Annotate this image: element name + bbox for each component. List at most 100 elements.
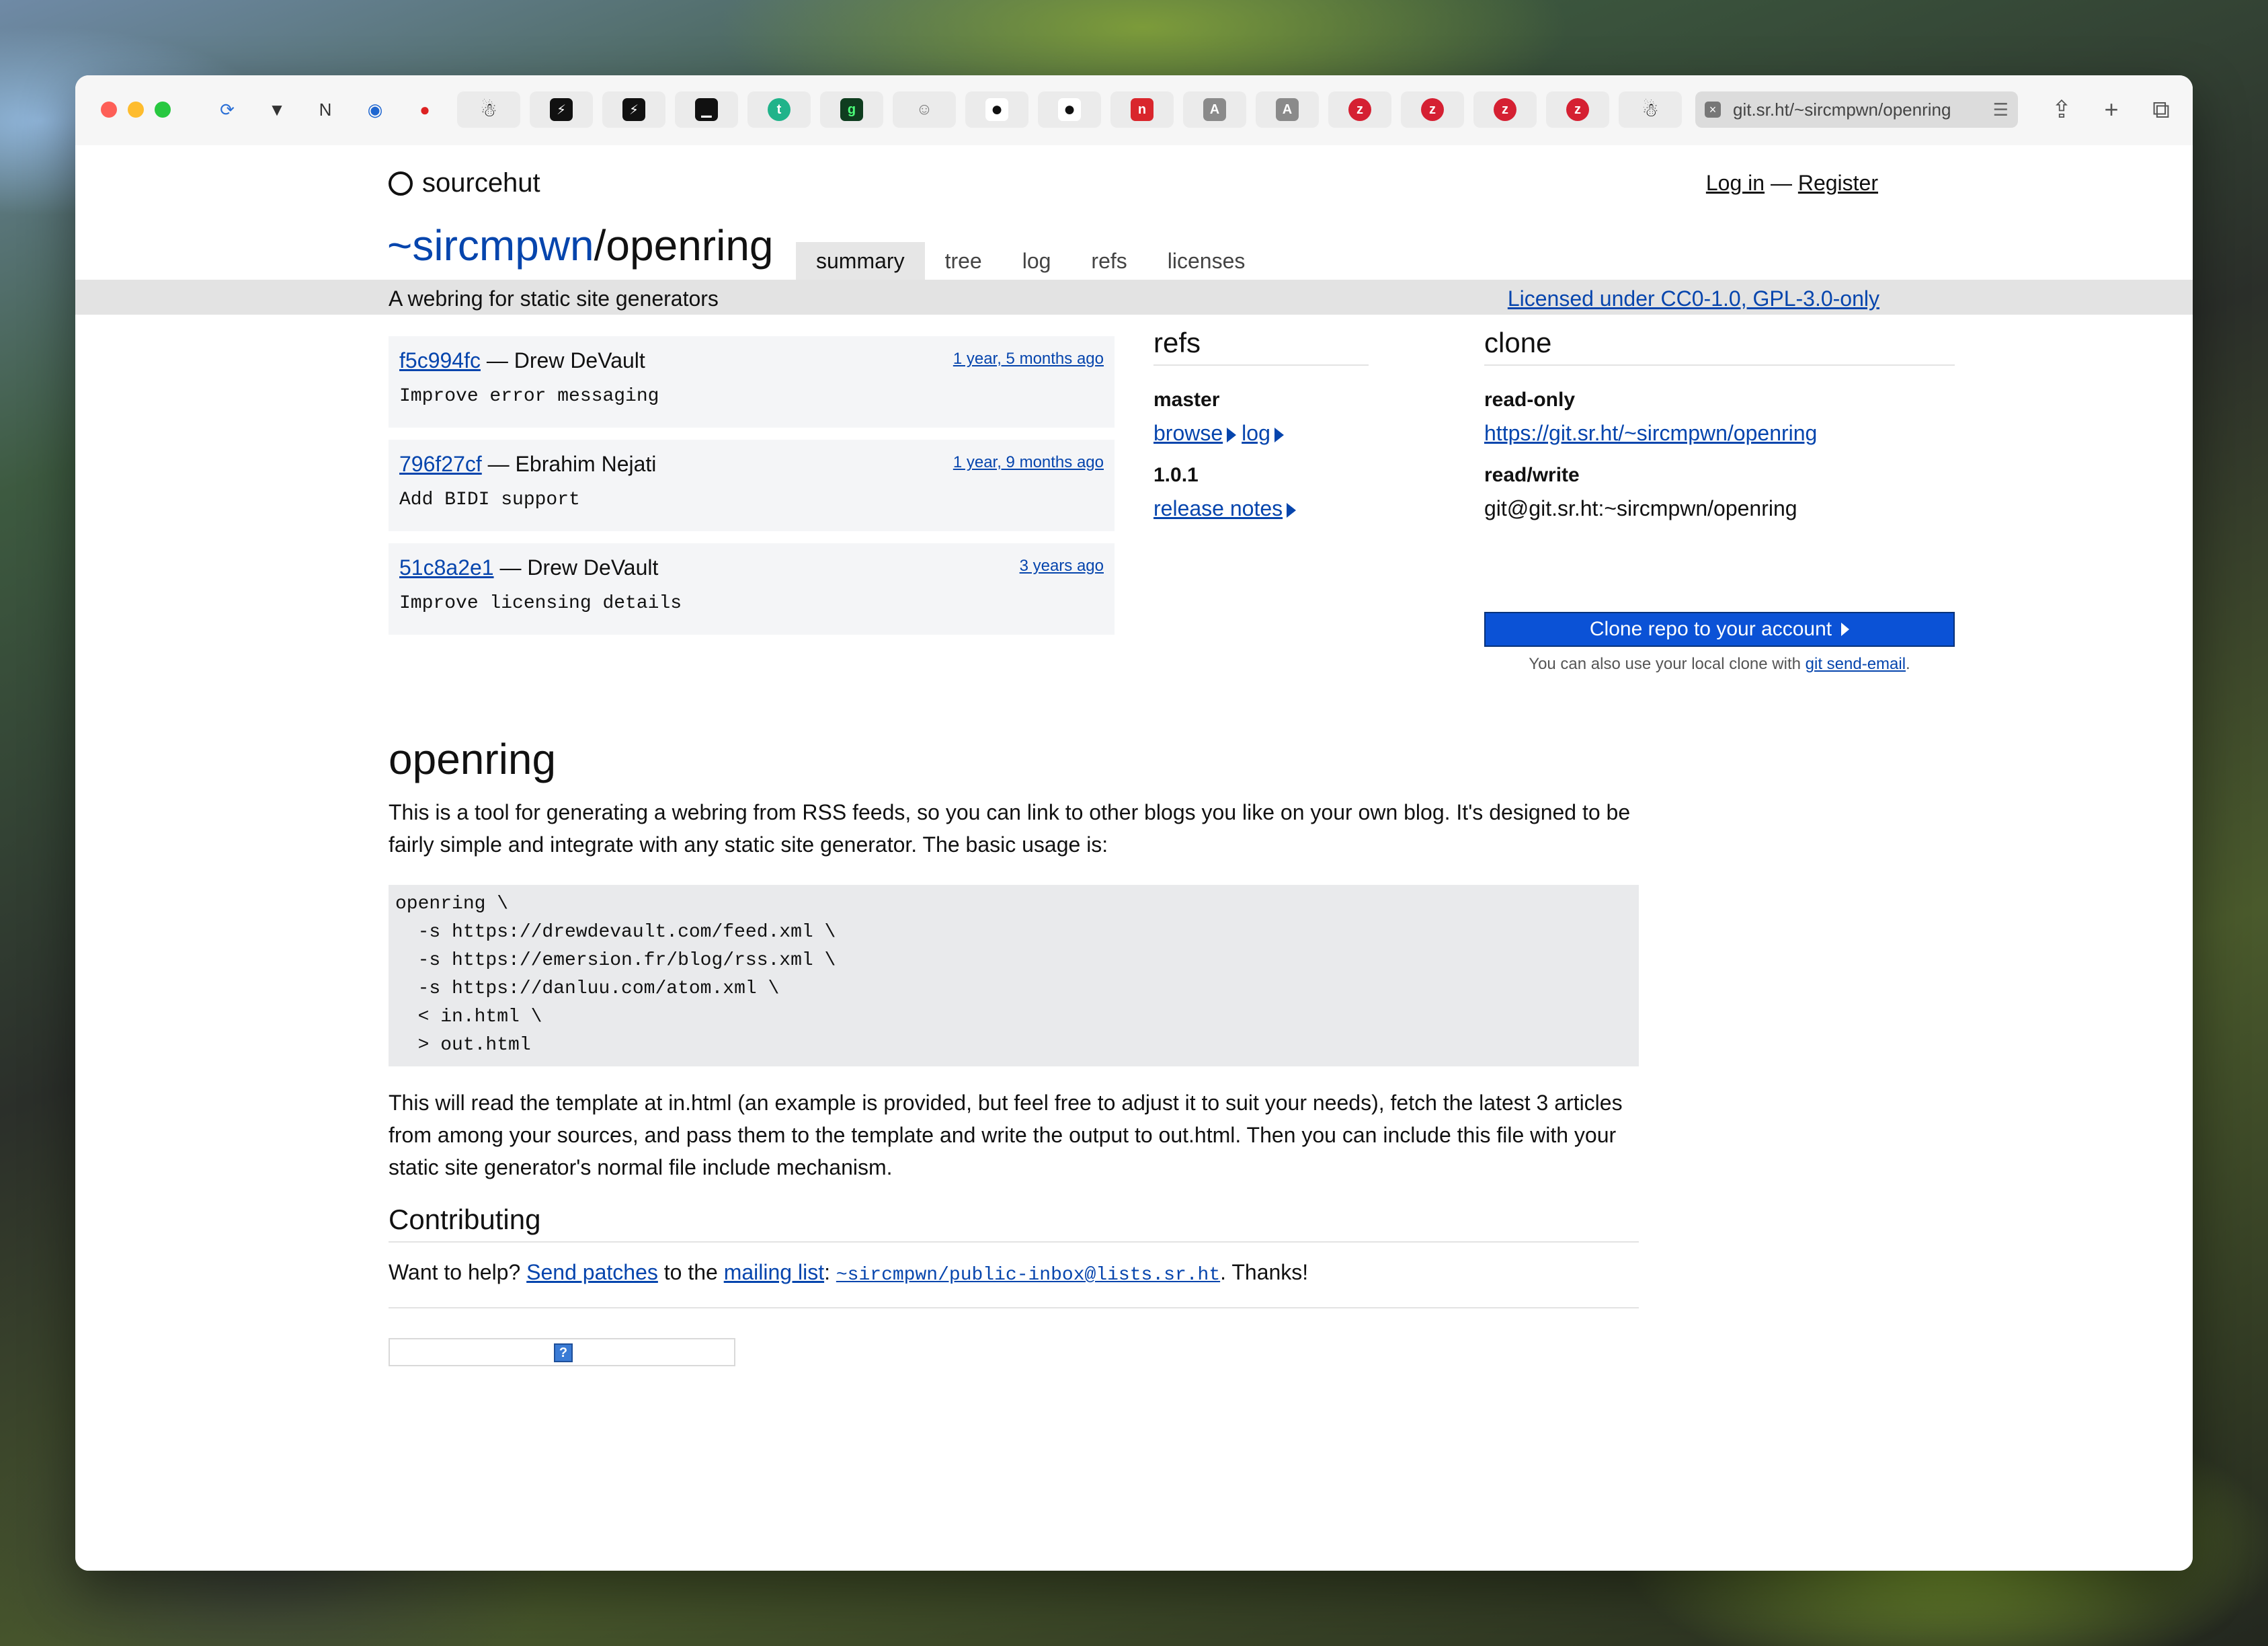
record-icon[interactable]: ●: [410, 95, 440, 124]
pocket-icon[interactable]: ▼: [262, 95, 292, 124]
contrib-colon: :: [824, 1260, 836, 1284]
red-square-icon: n: [1131, 98, 1153, 121]
list-address-link[interactable]: ~sircmpwn/public-inbox@lists.sr.ht: [836, 1265, 1220, 1286]
active-tab[interactable]: × git.sr.ht/~sircmpwn/openring ☰: [1695, 91, 2018, 128]
commit-time-link[interactable]: 1 year, 5 months ago: [953, 350, 1104, 368]
divider: [389, 1307, 1639, 1308]
tab-red-square[interactable]: n: [1110, 91, 1174, 128]
commit-header: 51c8a2e1 — Drew DeVault: [399, 555, 658, 580]
browse-link[interactable]: browse: [1153, 421, 1223, 445]
readme-description: This will read the template at in.html (…: [389, 1091, 1623, 1179]
notion-icon[interactable]: N: [311, 95, 340, 124]
send-patches-link[interactable]: Send patches: [526, 1260, 658, 1284]
mailing-list-link[interactable]: mailing list: [724, 1260, 824, 1284]
red-circle-icon: z: [1348, 98, 1371, 121]
active-tab-url: git.sr.ht/~sircmpwn/openring: [1733, 99, 1951, 120]
readwrite-label: read/write: [1484, 464, 1580, 486]
zoom-window-button[interactable]: [155, 102, 171, 118]
repo-tabs: summary tree log refs licenses: [796, 242, 1265, 282]
tab-bolt-2[interactable]: ⚡: [602, 91, 665, 128]
readonly-url-link[interactable]: https://git.sr.ht/~sircmpwn/openring: [1484, 421, 1817, 446]
new-tab-icon[interactable]: +: [2095, 93, 2128, 126]
contrib-prefix: Want to help?: [389, 1260, 527, 1284]
log-link[interactable]: log: [1242, 421, 1270, 445]
tab-red-circle-1[interactable]: z: [1328, 91, 1391, 128]
tab-overview-icon[interactable]: ⧉: [2144, 93, 2178, 126]
tab-letter-t[interactable]: t: [747, 91, 811, 128]
repo-owner-link[interactable]: ~sircmpwn: [387, 221, 594, 270]
release-notes-link[interactable]: release notes: [1153, 496, 1283, 520]
tab-red-circle-4[interactable]: z: [1546, 91, 1609, 128]
refresh-extension-icon[interactable]: ⟳: [212, 95, 242, 124]
tab-tree[interactable]: tree: [925, 242, 1002, 282]
close-tab-icon[interactable]: ×: [1705, 102, 1721, 118]
tab-ghost[interactable]: ☺: [893, 91, 956, 128]
sourcehut-logo[interactable]: sourcehut: [389, 168, 540, 198]
tab-sticker-figure-2[interactable]: ☃: [1619, 91, 1682, 128]
tab-red-circle-3[interactable]: z: [1473, 91, 1537, 128]
license-link[interactable]: Licensed under CC0-1.0, GPL-3.0-only: [1508, 286, 1879, 311]
clone-repo-button[interactable]: Clone repo to your account: [1484, 612, 1955, 647]
clone-note: You can also use your local clone with g…: [1484, 655, 1955, 674]
login-link[interactable]: Log in: [1706, 171, 1765, 195]
tag-links: release notes: [1153, 496, 1301, 521]
commit-hash-link[interactable]: 51c8a2e1: [399, 555, 494, 580]
commit-message: Add BIDI support: [399, 489, 580, 510]
commit-author: — Drew DeVault: [486, 348, 645, 373]
tab-summary[interactable]: summary: [796, 242, 925, 282]
terminal-icon: ▁: [695, 98, 718, 121]
tab-letter-g[interactable]: g: [820, 91, 883, 128]
commit-card: 796f27cf — Ebrahim Nejati 1 year, 9 mont…: [389, 440, 1115, 531]
readwrite-url: git@git.sr.ht:~sircmpwn/openring: [1484, 496, 1797, 520]
minimize-window-button[interactable]: [128, 102, 144, 118]
share-icon[interactable]: ⇪: [2045, 93, 2078, 126]
tab-red-circle-2[interactable]: z: [1401, 91, 1464, 128]
commit-header: 796f27cf — Ebrahim Nejati: [399, 452, 656, 477]
clone-button-label: Clone repo to your account: [1589, 618, 1832, 640]
question-mark-icon: ?: [554, 1343, 573, 1362]
usage-code-block: openring \ -s https://drewdevault.com/fe…: [389, 885, 1639, 1066]
letter-g-icon: g: [840, 98, 863, 121]
tab-log[interactable]: log: [1002, 242, 1071, 282]
sticker-figure-icon: ☃: [1642, 99, 1659, 120]
browser-toolbar: ⟳ ▼ N ◉ ● ☃ ⚡ ⚡ ▁ t g ☺ ● ● n A A z z z …: [75, 75, 2193, 146]
repo-name: openring: [606, 221, 774, 270]
auth-separator: —: [1770, 171, 1792, 195]
tab-licenses[interactable]: licenses: [1147, 242, 1266, 282]
brand-name: sourcehut: [422, 168, 540, 198]
tab-bolt-1[interactable]: ⚡: [530, 91, 593, 128]
reader-mode-icon[interactable]: ☰: [1993, 100, 2009, 120]
commit-hash-link[interactable]: f5c994fc: [399, 348, 481, 373]
refs-heading: refs: [1153, 327, 1369, 366]
tab-terminal[interactable]: ▁: [675, 91, 738, 128]
red-circle-icon: z: [1494, 98, 1516, 121]
close-window-button[interactable]: [101, 102, 117, 118]
browse-arrow-icon: [1227, 428, 1237, 442]
red-circle-icon: z: [1566, 98, 1589, 121]
clone-arrow-icon: [1841, 623, 1850, 636]
commit-time-link[interactable]: 1 year, 9 months ago: [953, 453, 1104, 472]
browser-window: ⟳ ▼ N ◉ ● ☃ ⚡ ⚡ ▁ t g ☺ ● ● n A A z z z …: [75, 75, 2193, 1571]
git-send-email-link[interactable]: git send-email: [1806, 655, 1906, 673]
clone-note-prefix: You can also use your local clone with: [1529, 655, 1806, 673]
github-icon: ●: [1058, 98, 1081, 121]
commit-author: — Drew DeVault: [499, 555, 659, 580]
commit-hash-link[interactable]: 796f27cf: [399, 452, 482, 476]
branch-links: browse log: [1153, 421, 1289, 446]
repo-description: A webring for static site generators: [389, 286, 719, 311]
branch-name: master: [1153, 389, 1220, 411]
bolt-icon: ⚡: [622, 98, 645, 121]
password-manager-icon[interactable]: ◉: [360, 95, 390, 124]
tab-github-1[interactable]: ●: [965, 91, 1028, 128]
commit-card: 51c8a2e1 — Drew DeVault 3 years ago Impr…: [389, 543, 1115, 635]
tab-letter-a-1[interactable]: A: [1183, 91, 1246, 128]
register-link[interactable]: Register: [1798, 171, 1878, 195]
contrib-mid: to the: [657, 1260, 724, 1284]
tab-github-2[interactable]: ●: [1038, 91, 1101, 128]
tab-sticker-figure[interactable]: ☃: [457, 91, 520, 128]
sourcehut-ring-icon: [389, 171, 413, 196]
broken-image-placeholder: ?: [389, 1338, 735, 1366]
commit-time-link[interactable]: 3 years ago: [1020, 557, 1104, 576]
tab-letter-a-2[interactable]: A: [1256, 91, 1319, 128]
tab-refs[interactable]: refs: [1071, 242, 1147, 282]
